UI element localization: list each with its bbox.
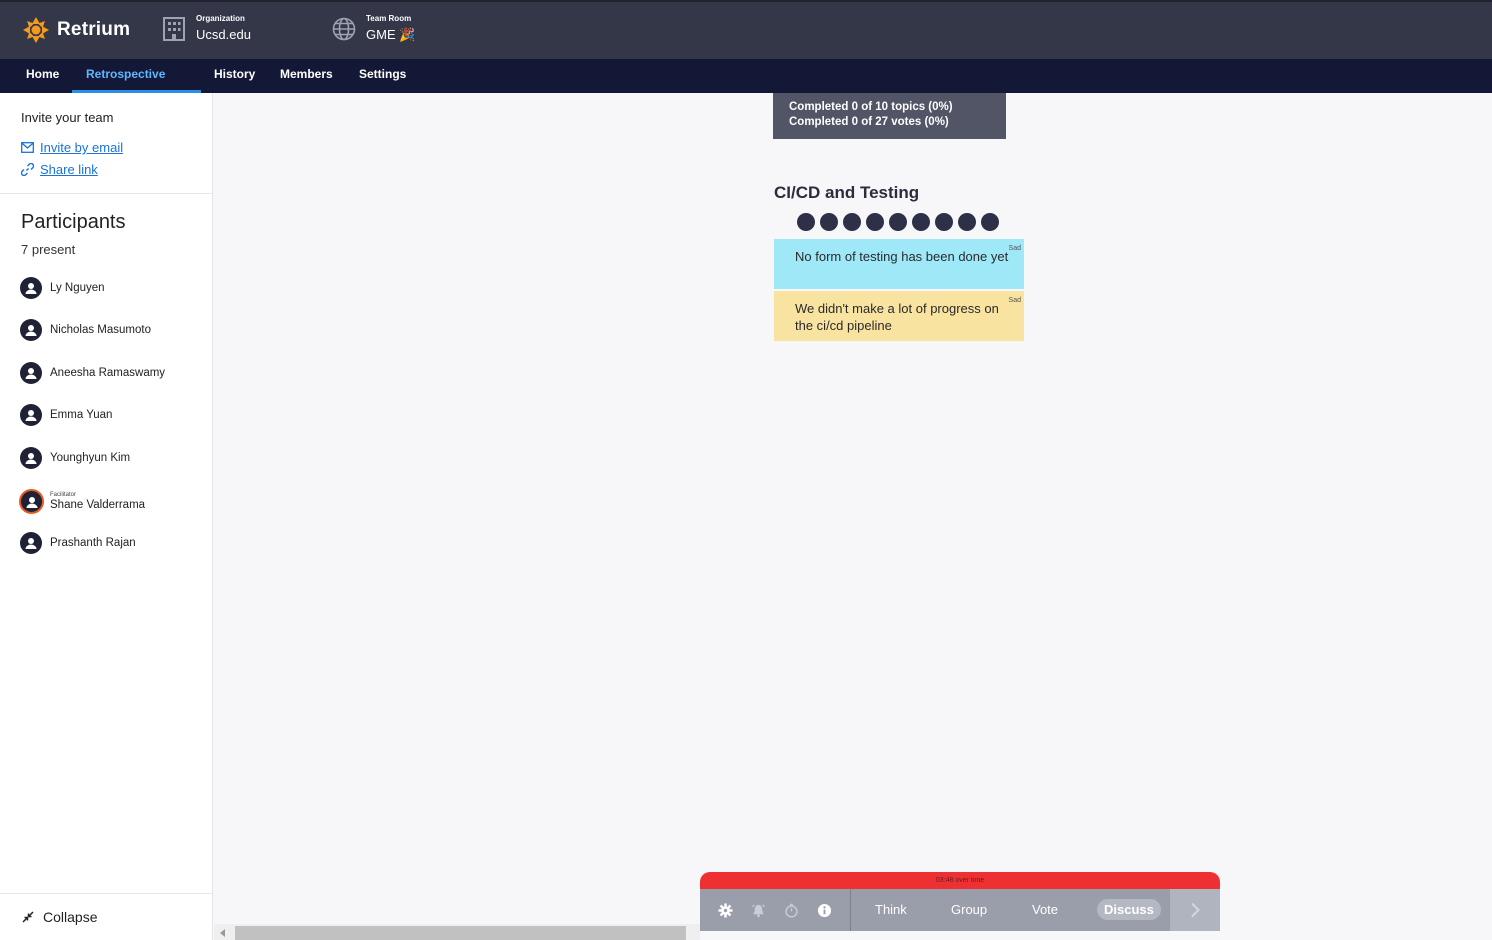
scrollbar-thumb[interactable]	[235, 926, 686, 940]
chevron-right-icon	[1191, 902, 1200, 918]
user-avatar-icon	[20, 277, 42, 299]
participant-item[interactable]: Aneesha Ramaswamy	[20, 362, 165, 384]
organization-label: Organization	[196, 14, 245, 23]
card-text: No form of testing has been done yet	[795, 249, 1009, 264]
participant-name: Nicholas Masumoto	[50, 324, 151, 336]
participant-item-facilitator[interactable]: Facilitator Shane Valderrama	[19, 489, 145, 514]
discussion-board: Completed 0 of 10 topics (0%) Completed …	[214, 93, 1492, 940]
retro-card[interactable]: Sad No form of testing has been done yet	[774, 239, 1024, 289]
participant-item[interactable]: Nicholas Masumoto	[20, 319, 151, 341]
share-link-label: Share link	[40, 162, 98, 177]
participant-role: Facilitator	[50, 492, 77, 498]
progress-votes: Completed 0 of 27 votes (0%)	[789, 116, 949, 128]
stopwatch-icon[interactable]	[783, 902, 799, 918]
organization-selector[interactable]: Organization Ucsd.edu	[162, 14, 251, 44]
topic-title: CI/CD and Testing	[774, 183, 920, 202]
user-avatar-icon	[20, 404, 42, 426]
top-bar: Retrium Organization Ucsd.edu Team Room …	[0, 0, 1492, 59]
vote-dot	[912, 213, 930, 231]
nav-home[interactable]: Home	[26, 59, 59, 93]
nav-retrospective[interactable]: Retrospective⋮	[72, 59, 201, 112]
participant-item[interactable]: Younghyun Kim	[20, 447, 130, 469]
gear-icon[interactable]	[717, 902, 733, 918]
progress-topics: Completed 0 of 10 topics (0%)	[789, 101, 953, 113]
nav-members[interactable]: Members	[280, 59, 333, 93]
user-avatar-icon	[19, 489, 44, 514]
next-phase-button[interactable]	[1170, 889, 1220, 931]
building-icon	[163, 17, 185, 41]
user-avatar-icon	[20, 362, 42, 384]
participant-name: Shane Valderrama	[50, 499, 146, 511]
team-room-value: GME 🎉	[366, 27, 416, 42]
envelope-icon	[21, 142, 34, 153]
phase-vote[interactable]: Vote	[1032, 889, 1058, 931]
vote-dot	[889, 213, 907, 231]
phase-think[interactable]: Think	[875, 889, 907, 931]
nav-retrospective-label: Retrospective	[86, 67, 166, 81]
alarm-icon[interactable]	[750, 902, 766, 918]
vote-dot	[797, 213, 815, 231]
participant-name: Emma Yuan	[50, 409, 113, 421]
facilitator-controls: Think Group Vote Discuss	[700, 889, 1220, 931]
link-icon	[21, 163, 34, 176]
scroll-left-arrow-icon[interactable]	[220, 929, 225, 937]
card-text: We didn't make a lot of progress on the …	[795, 301, 999, 333]
vote-dot	[958, 213, 976, 231]
sidebar: Invite your team Invite by email Share l…	[0, 93, 213, 940]
retrium-logo-icon	[23, 17, 49, 43]
participant-item[interactable]: Prashanth Rajan	[20, 532, 136, 554]
vote-dot	[981, 213, 999, 231]
phase-group[interactable]: Group	[951, 889, 987, 931]
participant-item[interactable]: Emma Yuan	[20, 404, 112, 426]
brand-name: Retrium	[57, 19, 131, 40]
team-room-label: Team Room	[366, 14, 412, 23]
collapse-label: Collapse	[43, 909, 98, 925]
retro-card[interactable]: Sad We didn't make a lot of progress on …	[774, 291, 1024, 341]
nav-history[interactable]: History	[214, 59, 255, 93]
participant-item[interactable]: Ly Nguyen	[20, 277, 105, 299]
retrium-logo[interactable]: Retrium	[22, 16, 130, 44]
info-icon[interactable]	[816, 902, 832, 918]
main-nav: Home Retrospective⋮ History Members Sett…	[0, 59, 1492, 112]
team-room-selector[interactable]: Team Room GME 🎉	[332, 14, 415, 44]
collapse-button[interactable]: Collapse	[0, 893, 213, 940]
user-avatar-icon	[20, 532, 42, 554]
collapse-icon	[22, 911, 34, 923]
participant-name: Ly Nguyen	[50, 282, 105, 294]
vote-dots	[797, 213, 999, 231]
vote-dot	[866, 213, 884, 231]
share-link[interactable]: Share link	[21, 162, 98, 177]
vote-dot	[843, 213, 861, 231]
progress-summary: Completed 0 of 10 topics (0%) Completed …	[773, 93, 1006, 139]
nav-settings[interactable]: Settings	[359, 59, 406, 93]
invite-by-email-label: Invite by email	[40, 140, 124, 155]
participant-name: Prashanth Rajan	[50, 537, 136, 549]
phase-discuss[interactable]: Discuss	[1097, 899, 1161, 920]
card-sentiment-tag: Sad	[1008, 245, 1021, 252]
vote-dot	[935, 213, 953, 231]
organization-value: Ucsd.edu	[196, 27, 251, 42]
card-sentiment-tag: Sad	[1008, 297, 1021, 304]
globe-icon	[332, 17, 356, 41]
sidebar-divider	[0, 193, 213, 194]
participants-title: Participants	[21, 211, 126, 233]
overtime-banner: 03:48 over time	[700, 872, 1220, 889]
horizontal-scrollbar[interactable]	[214, 924, 700, 940]
invite-by-email-link[interactable]: Invite by email	[21, 140, 123, 155]
invite-title: Invite your team	[21, 110, 114, 125]
participants-count: 7 present	[21, 242, 76, 257]
participant-name: Aneesha Ramaswamy	[50, 367, 166, 379]
user-avatar-icon	[20, 447, 42, 469]
vote-dot	[820, 213, 838, 231]
participant-name: Younghyun Kim	[50, 452, 131, 464]
user-avatar-icon	[20, 319, 42, 341]
